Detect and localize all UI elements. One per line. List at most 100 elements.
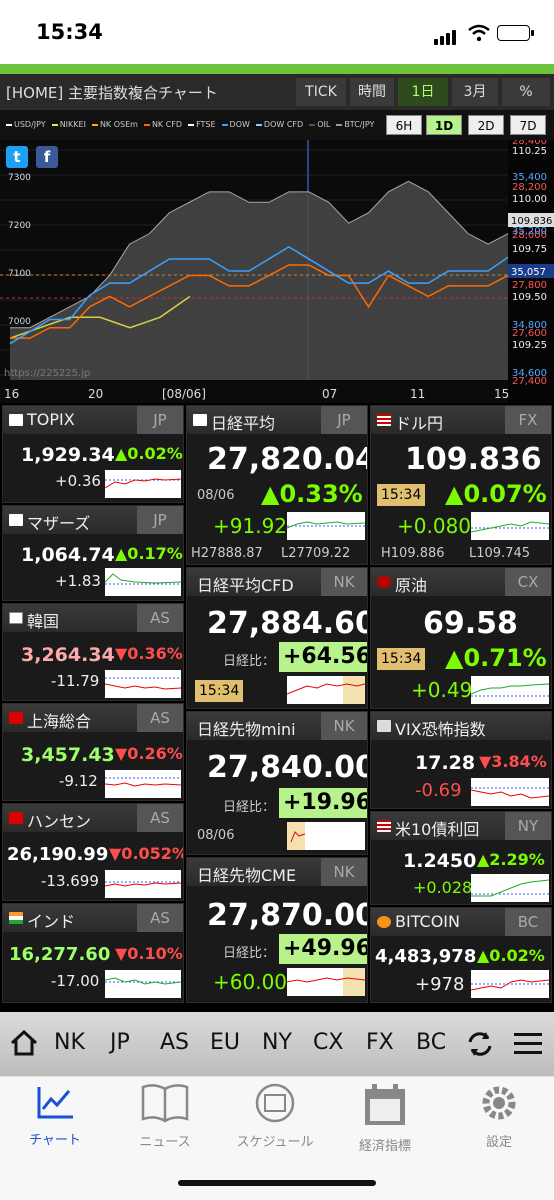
price-value: 17.28	[415, 752, 476, 774]
card-nikkei[interactable]: 日経平均 JP 27,820.04 08/06 ▲0.33% +91.92 H27…	[186, 405, 368, 565]
composite-chart[interactable]: 730072007100700028,40028,20028,00027,800…	[0, 140, 554, 403]
home-icon[interactable]	[10, 1030, 38, 1056]
nav-eu[interactable]: EU	[210, 1030, 240, 1055]
refresh-icon[interactable]	[466, 1030, 494, 1058]
tab-percent[interactable]: %	[502, 78, 550, 106]
tab-chart[interactable]: チャート	[0, 1083, 110, 1148]
price-value: 26,190.99	[7, 844, 109, 865]
legend-item: OIL	[309, 120, 330, 129]
tab-3month[interactable]: 3月	[452, 78, 498, 106]
right-tick-label: 34,600	[512, 368, 547, 379]
nav-ny[interactable]: NY	[262, 1030, 292, 1055]
tab-hour[interactable]: 時間	[350, 78, 394, 106]
price-value: 27,820.04	[207, 442, 368, 477]
tab-settings[interactable]: 設定	[444, 1083, 554, 1150]
card-mothers[interactable]: マザーズ JP 1,064.74 ▲0.17% +1.83	[2, 505, 184, 601]
legend-item: NK CFD	[144, 120, 182, 129]
legend-item: FTSE	[188, 120, 215, 129]
diff-value: +64.56	[279, 642, 367, 672]
card-nikkei-cme[interactable]: 日経先物CME NK 27,870.00 日経比： +49.96 +60.00	[186, 857, 368, 1003]
card-name: BITCOIN	[395, 912, 460, 931]
card-name: 日経平均CFD	[197, 576, 294, 595]
card-shanghai[interactable]: 上海総合 AS 3,457.43 ▼0.26% -9.12	[2, 703, 184, 801]
status-time: 15:34	[36, 20, 103, 44]
region-tag: BC	[505, 908, 551, 936]
tab-1day[interactable]: 1日	[398, 78, 448, 106]
right-tick-label: 110.00	[512, 194, 547, 205]
price-pct: ▲0.02%	[477, 946, 545, 965]
kr-flag-icon	[9, 612, 23, 624]
price-change: -17.00	[51, 972, 100, 990]
region-tag: JP	[137, 506, 183, 534]
left-tick-label: 7000	[8, 317, 31, 327]
card-bitcoin[interactable]: BITCOIN BC 4,483,978 ▲0.02% +978	[370, 907, 552, 1003]
price-change: +1.83	[55, 572, 101, 590]
sparkline	[287, 968, 365, 996]
left-tick-label: 7300	[8, 173, 31, 183]
tab-news[interactable]: ニュース	[110, 1083, 220, 1150]
price-pct: ▼3.84%	[479, 752, 547, 771]
top-banner	[0, 64, 554, 74]
card-name: 上海総合	[27, 712, 92, 731]
x-tick-label: 11	[410, 387, 425, 401]
us-flag-icon	[377, 820, 391, 832]
region-tag: FX	[505, 406, 551, 434]
price-value: 4,483,978	[375, 946, 477, 967]
vix-icon	[377, 720, 391, 732]
card-vix[interactable]: VIX恐怖指数 17.28 ▼3.84% -0.69	[370, 711, 552, 809]
legend-item: USD/JPY	[6, 120, 46, 129]
interval-7d[interactable]: 7D	[510, 115, 546, 135]
price-change: +91.92	[213, 514, 288, 538]
update-time: 15:34	[195, 680, 244, 702]
card-india[interactable]: インド AS 16,277.60 ▼0.10% -17.00	[2, 903, 184, 1003]
price-value: 109.836	[405, 442, 542, 477]
legend-item: DOW	[222, 120, 250, 129]
tab-schedule[interactable]: スケジュール	[220, 1083, 330, 1150]
card-usdjpy[interactable]: ドル円 FX 109.836 15:34 ▲0.07% +0.080 H109.8…	[370, 405, 552, 565]
right-tick-label: 35,200	[512, 226, 547, 237]
diff-value: +49.96	[279, 934, 367, 964]
nav-fx[interactable]: FX	[366, 1030, 394, 1055]
card-nikkei-cfd[interactable]: 日経平均CFD NK 27,884.60 日経比： +64.56 15:34	[186, 567, 368, 709]
price-low: L109.745	[469, 546, 531, 561]
nav-bc[interactable]: BC	[416, 1030, 446, 1055]
dow-badge: 35,057	[511, 267, 546, 278]
card-topix[interactable]: TOPIX JP 1,929.34 ▲0.02% +0.36	[2, 405, 184, 503]
calendar-clock-icon	[255, 1083, 295, 1123]
sparkline	[471, 970, 549, 998]
nav-cx[interactable]: CX	[313, 1030, 343, 1055]
x-tick-label: 07	[322, 387, 337, 401]
card-korea[interactable]: 韓国 AS 3,264.34 ▼0.36% -11.79	[2, 603, 184, 701]
region-tag: AS	[137, 604, 183, 632]
calendar-icon	[365, 1084, 405, 1125]
card-oil[interactable]: 原油 CX 69.58 15:34 ▲0.71% +0.49	[370, 567, 552, 709]
book-icon	[141, 1084, 189, 1123]
menu-icon[interactable]	[514, 1032, 542, 1056]
price-pct: ▲0.33%	[261, 480, 363, 508]
left-tick-label: 7200	[8, 221, 31, 231]
nav-jp[interactable]: JP	[110, 1030, 130, 1055]
tab-indicators[interactable]: 経済指標	[330, 1083, 440, 1154]
tab-label: ニュース	[139, 1135, 191, 1150]
card-hangseng[interactable]: ハンセン AS 26,190.99 ▼0.052% -13.699	[2, 803, 184, 901]
interval-1d[interactable]: 1D	[426, 115, 462, 135]
card-us10y[interactable]: 米10債利回 NY 1.2450 ▲2.29% +0.028	[370, 811, 552, 905]
interval-6h[interactable]: 6H	[386, 115, 422, 135]
card-nikkei-mini[interactable]: 日経先物mini NK 27,840.00 日経比： +19.96 08/06	[186, 711, 368, 855]
interval-2d[interactable]: 2D	[468, 115, 504, 135]
nav-as[interactable]: AS	[160, 1030, 189, 1055]
twitter-icon[interactable]: t	[6, 146, 28, 168]
card-name: VIX恐怖指数	[395, 720, 486, 739]
price-change: +0.49	[411, 678, 473, 702]
price-change: +978	[415, 974, 465, 995]
sparkline	[287, 676, 365, 704]
region-tag: NK	[321, 568, 367, 596]
facebook-icon[interactable]: f	[36, 146, 58, 168]
price-pct: ▲0.17%	[115, 544, 183, 563]
nav-nk[interactable]: NK	[54, 1030, 85, 1055]
tab-tick[interactable]: TICK	[296, 78, 346, 106]
tab-label: チャート	[29, 1133, 81, 1148]
right-tick-label: 110.25	[512, 146, 547, 157]
gear-icon	[482, 1086, 516, 1120]
price-value: 16,277.60	[9, 944, 111, 965]
